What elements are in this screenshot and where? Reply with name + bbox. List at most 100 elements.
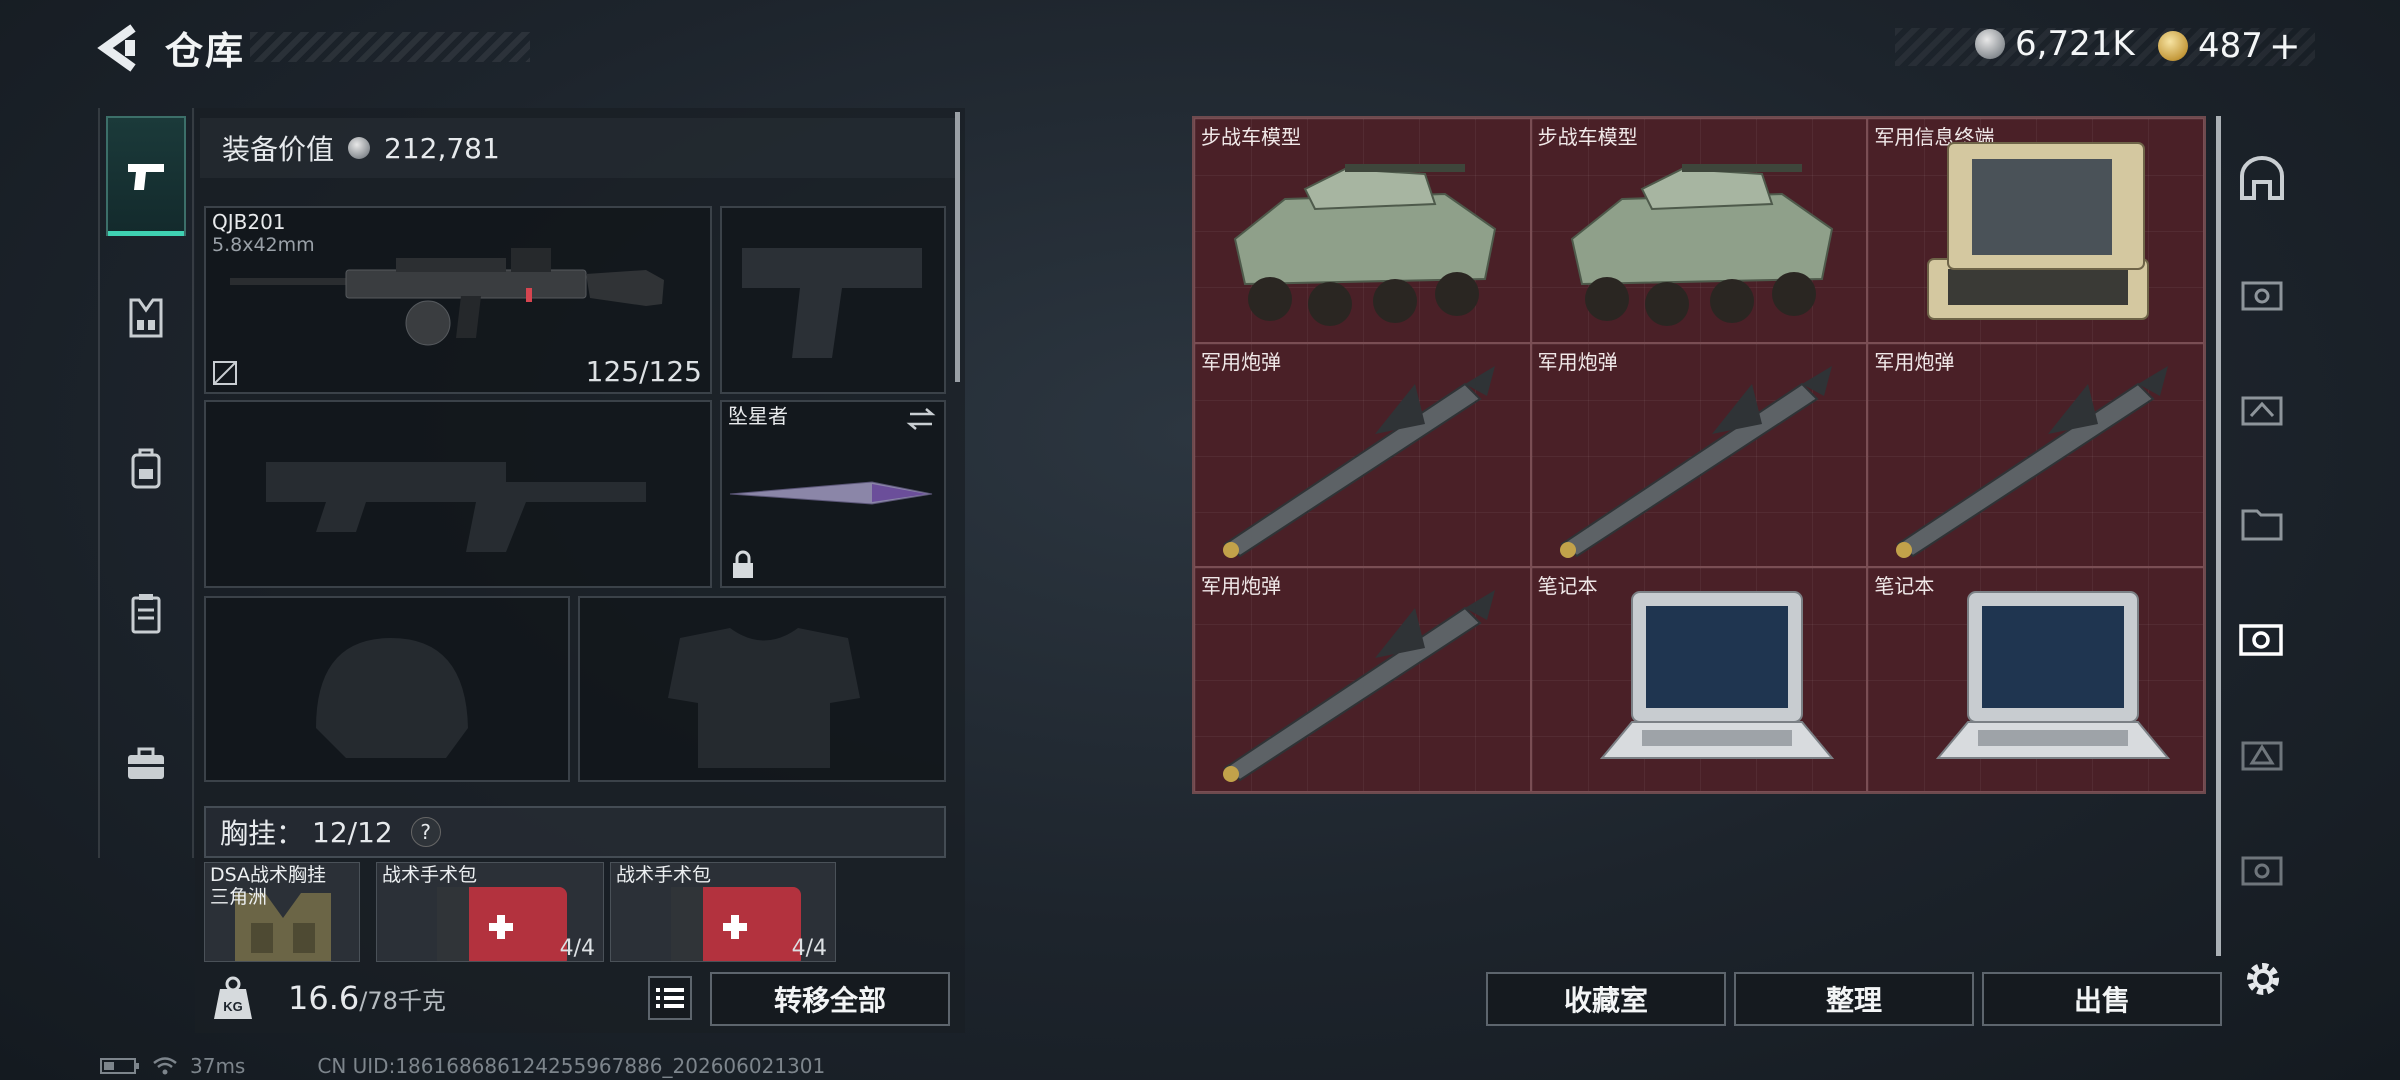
folder-icon bbox=[2241, 509, 2283, 541]
silver-coin-icon bbox=[1975, 29, 2005, 59]
equipment-value-label: 装备价值 bbox=[222, 133, 335, 166]
stash-item[interactable]: 军用炮弹 bbox=[1530, 342, 1868, 568]
stash-item[interactable]: 笔记本 bbox=[1867, 567, 2204, 792]
stash-grid: 步战车模型 步战车模型 军用信息终端 军用炮弹 军用炮弹 军用炮弹 军用炮弹 笔… bbox=[1192, 116, 2206, 794]
rail-backpack-tab[interactable] bbox=[106, 408, 186, 528]
pistol-silhouette-icon bbox=[742, 248, 922, 358]
help-button[interactable]: ? bbox=[410, 817, 441, 847]
armor-silhouette-icon bbox=[668, 628, 860, 768]
loadout-scrollbar[interactable] bbox=[955, 112, 960, 382]
stash-page-4-active[interactable] bbox=[2230, 606, 2294, 670]
stash-item[interactable]: 步战车模型 bbox=[1194, 118, 1531, 343]
battery-icon bbox=[100, 1058, 139, 1074]
laptop-icon bbox=[1936, 591, 2171, 760]
wifi-icon bbox=[153, 1057, 177, 1075]
surgery-kit-1-uses: 4/4 bbox=[559, 936, 595, 961]
stash-page-3[interactable] bbox=[2230, 376, 2294, 440]
ammo-count: 125/125 bbox=[585, 355, 702, 388]
armor-slot[interactable] bbox=[578, 596, 946, 782]
toolbox-icon bbox=[128, 747, 164, 779]
chest-rig-header: 胸挂： 12/12 ? bbox=[204, 806, 946, 858]
home-arch-icon bbox=[2240, 156, 2284, 200]
chest-rig-count: 12/12 bbox=[312, 815, 393, 849]
ifv-model-icon bbox=[1570, 164, 1833, 326]
stash-page-4a[interactable] bbox=[2230, 261, 2294, 325]
back-button[interactable] bbox=[95, 22, 143, 74]
weight-icon-text: KG bbox=[223, 999, 243, 1014]
gold-currency[interactable]: 487 + bbox=[2158, 24, 2301, 68]
no-insurance-icon bbox=[213, 361, 237, 385]
list-icon bbox=[656, 988, 684, 1008]
settings-button[interactable] bbox=[2238, 954, 2288, 1004]
ifv-model-icon bbox=[1233, 164, 1497, 326]
stash-tier-icon bbox=[2241, 856, 2283, 886]
artillery-shell-icon bbox=[1223, 365, 1495, 558]
gold-amount: 487 bbox=[2198, 26, 2263, 66]
chest-rig-icon bbox=[129, 298, 163, 338]
primary-weapon-slot[interactable]: QJB201 5.8x42mm 125/125 bbox=[204, 206, 712, 394]
rail-home-button[interactable] bbox=[2230, 146, 2294, 210]
chest-rig-label: 胸挂： bbox=[220, 817, 305, 850]
silver-amount: 6,721K bbox=[2015, 24, 2135, 64]
rifle-silhouette-icon bbox=[266, 462, 646, 552]
equipment-value: 212,781 bbox=[384, 131, 500, 165]
stash-page-2[interactable] bbox=[2230, 721, 2294, 785]
military-terminal-icon bbox=[1927, 142, 2150, 320]
stash-page-files[interactable] bbox=[2230, 491, 2294, 555]
rail-weapons-tab[interactable] bbox=[106, 116, 186, 236]
artillery-shell-icon bbox=[1223, 590, 1495, 783]
vest-item-surgery-kit-2[interactable]: 战术手术包 4/4 bbox=[610, 862, 836, 962]
stash-tier-icon bbox=[2241, 396, 2283, 426]
stash-item[interactable]: 军用炮弹 bbox=[1194, 567, 1531, 792]
transfer-all-button[interactable]: 转移全部 bbox=[710, 972, 950, 1026]
category-rail bbox=[98, 108, 194, 858]
rail-toolbox-tab[interactable] bbox=[106, 703, 186, 823]
helmet-silhouette-icon bbox=[316, 638, 468, 758]
weight-max: /78千克 bbox=[359, 986, 446, 1015]
artillery-shell-icon bbox=[1896, 365, 2169, 558]
stash-item[interactable]: 笔记本 bbox=[1530, 567, 1868, 792]
case-icon bbox=[131, 594, 161, 634]
list-view-button[interactable] bbox=[648, 976, 692, 1020]
back-arrow-icon bbox=[97, 24, 136, 72]
status-bar: 37ms CN UID:1861686861242559678​86_20260… bbox=[100, 1054, 825, 1078]
pistol-icon bbox=[128, 164, 164, 190]
ping-value: 37ms bbox=[190, 1054, 246, 1078]
gold-coin-icon bbox=[2158, 31, 2188, 61]
vest-item-rig[interactable]: DSA战术胸挂 三角洲 bbox=[204, 862, 360, 962]
sell-button[interactable]: 出售 bbox=[1982, 972, 2222, 1026]
collection-room-button[interactable]: 收藏室 bbox=[1486, 972, 1726, 1026]
stash-item[interactable]: 步战车模型 bbox=[1530, 118, 1868, 343]
page-title: 仓库 bbox=[165, 29, 246, 73]
stash-item[interactable]: 军用炮弹 bbox=[1867, 342, 2204, 568]
artillery-shell-icon bbox=[1559, 365, 1832, 558]
melee-slot[interactable]: 坠星者 bbox=[720, 400, 946, 588]
add-gold-button[interactable]: + bbox=[2269, 24, 2301, 68]
stash-item[interactable]: 军用信息终端 bbox=[1867, 118, 2204, 343]
pistol-slot[interactable] bbox=[720, 206, 946, 394]
laptop-icon bbox=[1599, 591, 1834, 760]
equipment-value-row: 装备价值 212,781 bbox=[200, 118, 955, 178]
stash-tier-icon bbox=[2241, 741, 2283, 771]
rail-vest-tab[interactable] bbox=[106, 258, 186, 378]
helmet-slot[interactable] bbox=[204, 596, 570, 782]
stash-item[interactable]: 军用炮弹 bbox=[1194, 342, 1531, 568]
gear-icon bbox=[2247, 963, 2279, 995]
vest-item-surgery-kit-1[interactable]: 战术手术包 4/4 bbox=[376, 862, 604, 962]
title-decoration bbox=[250, 32, 530, 62]
stash-tier-active-icon bbox=[2239, 624, 2283, 656]
vest-item-surgery-kit-1-name: 战术手术包 bbox=[382, 864, 478, 886]
stash-page-4b[interactable] bbox=[2230, 836, 2294, 900]
backpack-icon bbox=[131, 448, 161, 489]
vest-item-rig-name: DSA战术胸挂 三角洲 bbox=[210, 864, 327, 908]
silver-coin-icon bbox=[348, 137, 371, 159]
rail-container-tab[interactable] bbox=[106, 553, 186, 673]
vest-item-surgery-kit-2-name: 战术手术包 bbox=[616, 864, 712, 886]
silver-currency: 6,721K bbox=[1975, 24, 2135, 64]
weight-icon: KG bbox=[214, 976, 252, 1019]
lock-icon bbox=[733, 550, 753, 578]
user-uid: CN UID:1861686861242559678​86_2026060213… bbox=[317, 1054, 826, 1078]
secondary-weapon-slot[interactable] bbox=[204, 400, 712, 588]
sort-button[interactable]: 整理 bbox=[1734, 972, 1974, 1026]
surgery-kit-2-uses: 4/4 bbox=[791, 936, 827, 961]
